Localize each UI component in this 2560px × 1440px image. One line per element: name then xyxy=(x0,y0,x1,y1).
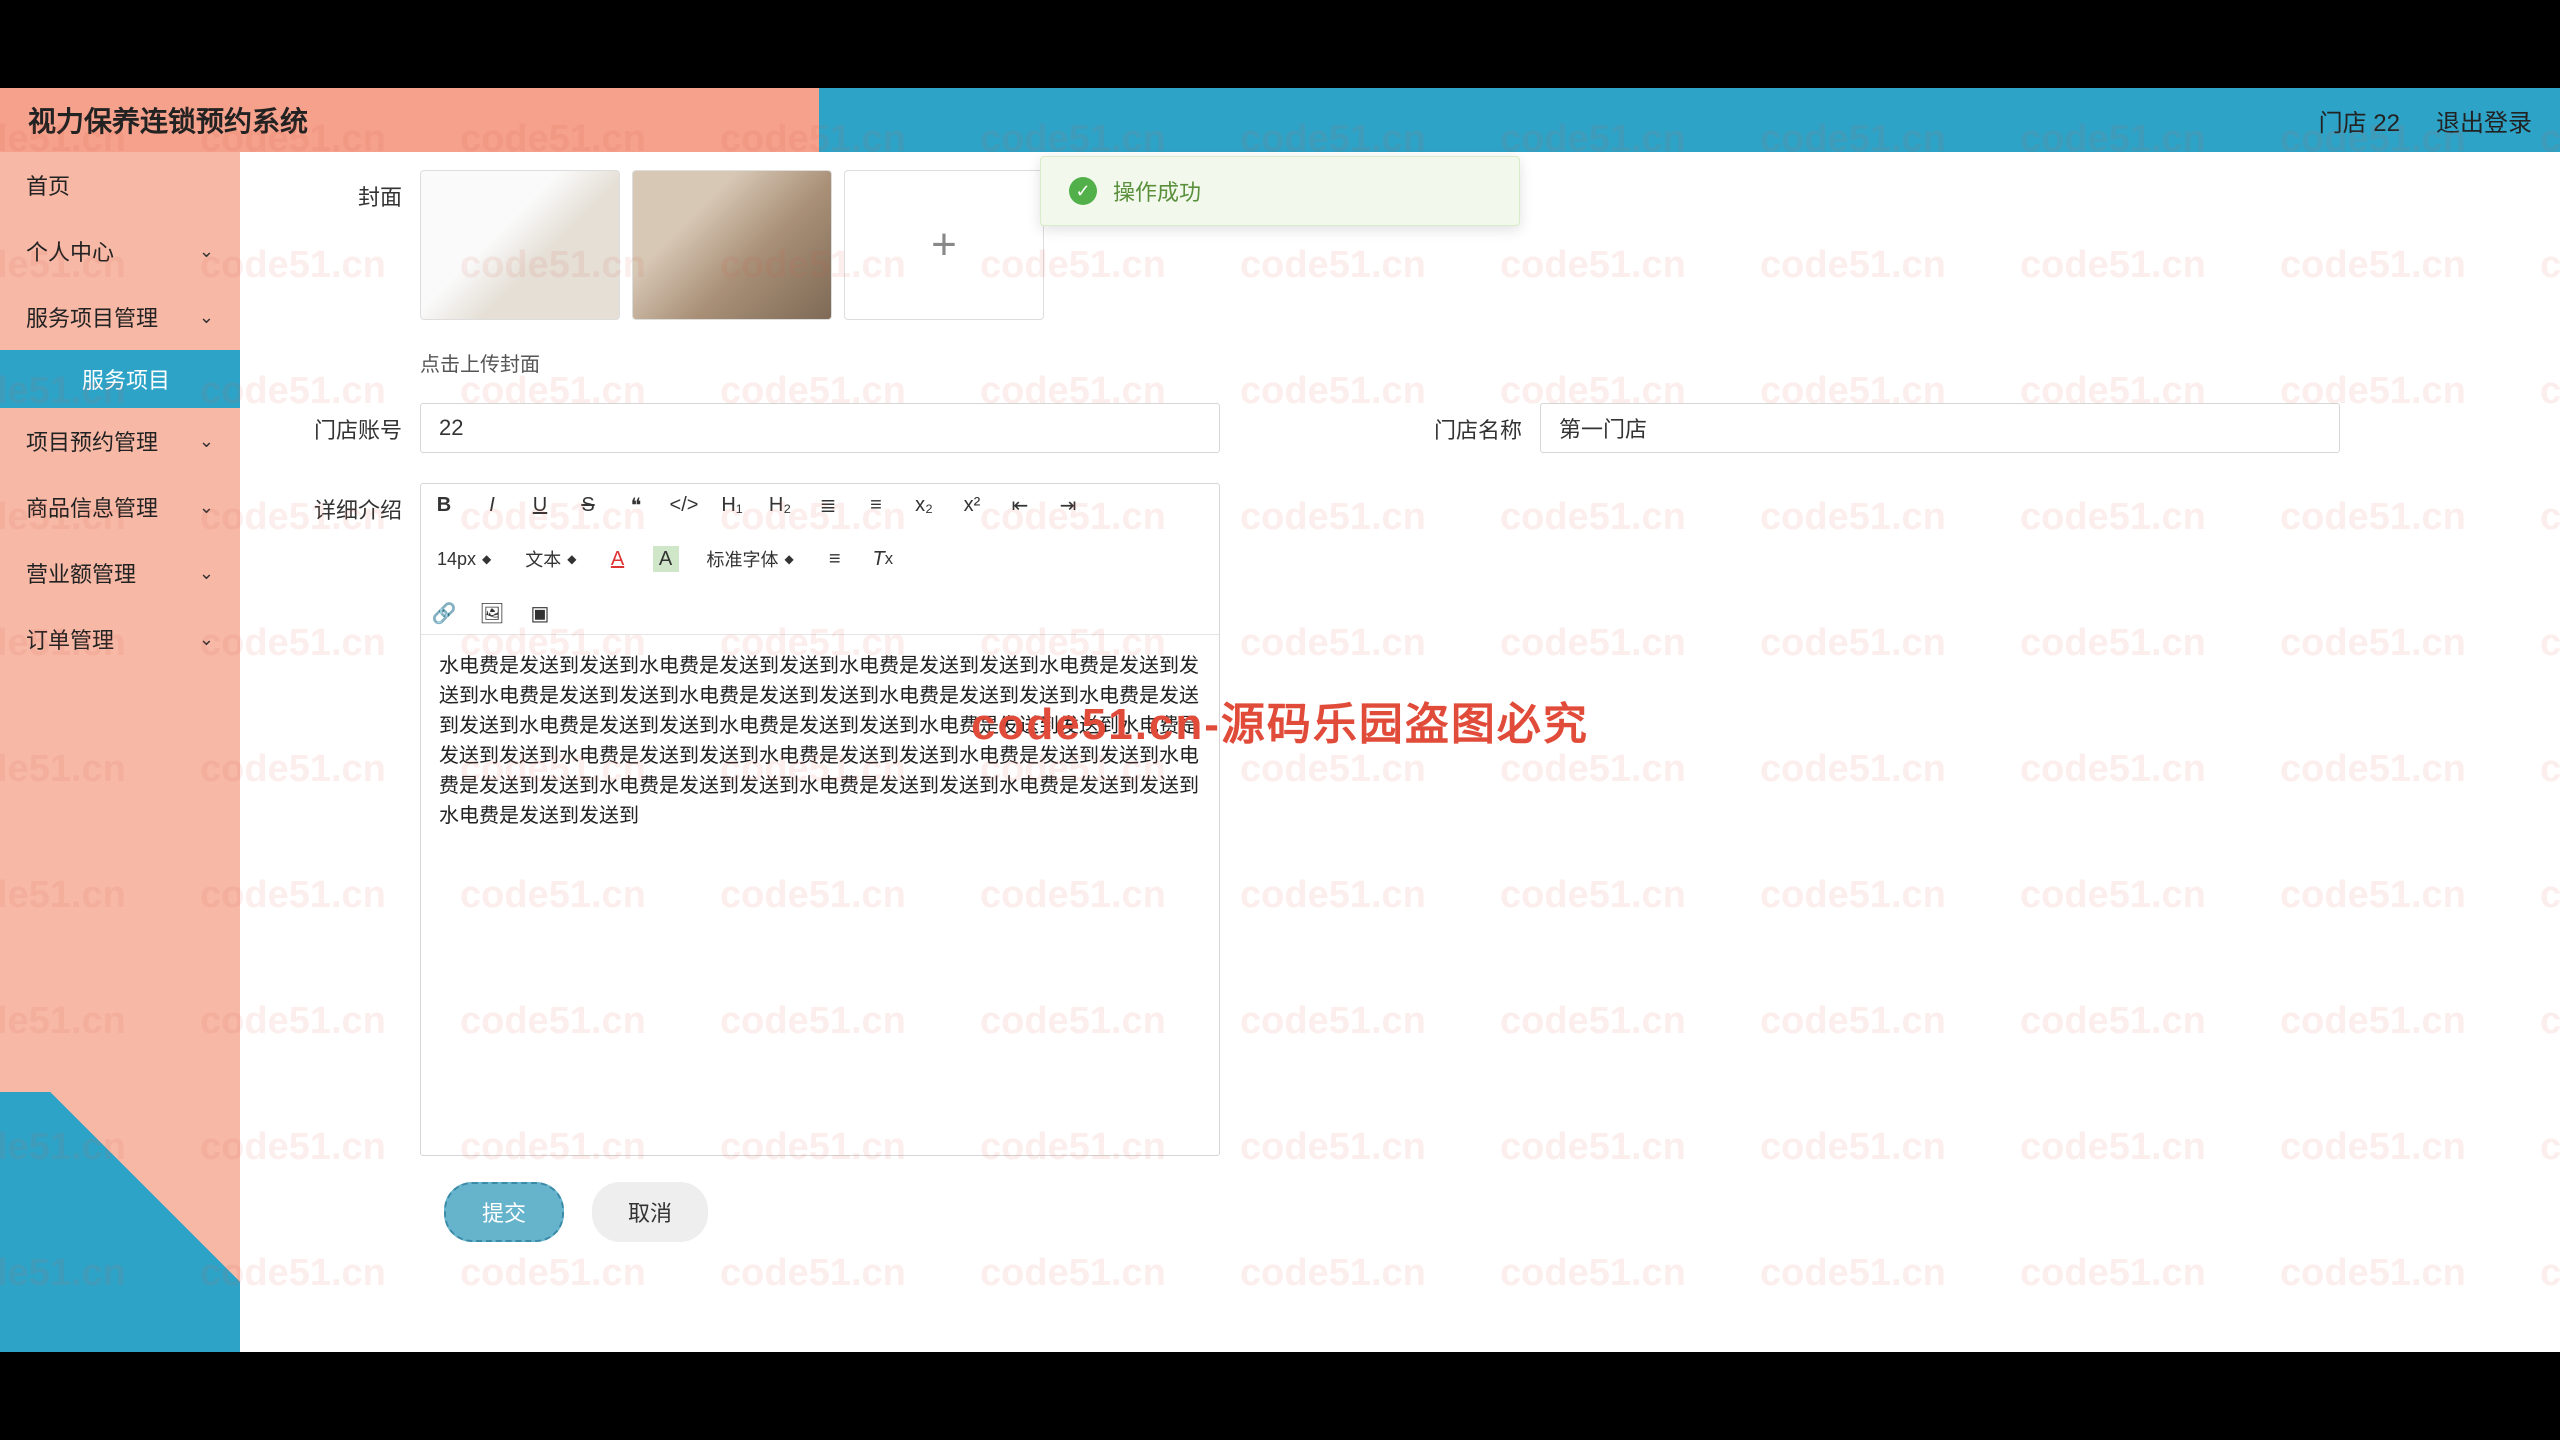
font-size-select[interactable]: 14px◆ xyxy=(431,549,497,570)
ul-icon[interactable]: ≡ xyxy=(863,492,889,518)
cover-add-button[interactable]: + xyxy=(844,170,1044,320)
sidebar-sub-service[interactable]: 服务项目 xyxy=(0,350,240,408)
main-content: 封面 + 点击上传封面 门店账号 门店名称 详细介绍 xyxy=(240,152,2560,1352)
underline-icon[interactable]: U xyxy=(527,492,553,518)
code-icon[interactable]: </> xyxy=(671,492,697,518)
sidebar-item-label: 商品信息管理 xyxy=(26,491,158,523)
header-store[interactable]: 门店 22 xyxy=(2319,103,2400,138)
cover-thumb-2[interactable] xyxy=(632,170,832,320)
sidebar-item-label: 项目预约管理 xyxy=(26,425,158,457)
sidebar-item-home[interactable]: 首页 xyxy=(0,152,240,218)
cancel-button[interactable]: 取消 xyxy=(592,1182,708,1242)
sidebar-item-revenue[interactable]: 营业额管理 ⌄ xyxy=(0,540,240,606)
indent-icon[interactable]: ⇥ xyxy=(1055,492,1081,518)
store-name-input[interactable] xyxy=(1540,403,2340,453)
chevron-down-icon: ⌄ xyxy=(199,497,214,518)
rich-text-editor: B I U S ❝ </> H₁ H₂ ≣ ≡ x₂ x² ⇤ ⇥ 14px◆ xyxy=(420,483,1220,1156)
text-style-select[interactable]: 文本◆ xyxy=(519,546,582,572)
bold-icon[interactable]: B xyxy=(431,492,457,518)
cover-thumb-1[interactable] xyxy=(420,170,620,320)
sidebar-item-service-mgmt[interactable]: 服务项目管理 ⌄ xyxy=(0,284,240,350)
ol-icon[interactable]: ≣ xyxy=(815,492,841,518)
sidebar-item-product[interactable]: 商品信息管理 ⌄ xyxy=(0,474,240,540)
chevron-down-icon: ⌄ xyxy=(199,563,214,584)
check-icon: ✓ xyxy=(1069,177,1097,205)
h1-icon[interactable]: H₁ xyxy=(719,492,745,518)
link-icon[interactable]: 🔗 xyxy=(431,600,457,626)
strike-icon[interactable]: S xyxy=(575,492,601,518)
video-icon[interactable]: ▣ xyxy=(527,600,553,626)
sidebar-item-label: 营业额管理 xyxy=(26,557,136,589)
sidebar-item-profile[interactable]: 个人中心 ⌄ xyxy=(0,218,240,284)
image-icon[interactable]: 🖼 xyxy=(479,600,505,626)
chevron-down-icon: ⌄ xyxy=(199,241,214,262)
app-header: 视力保养连锁预约系统 门店 22 退出登录 xyxy=(0,88,2560,152)
chevron-down-icon: ⌄ xyxy=(199,431,214,452)
desc-label: 详细介绍 xyxy=(300,483,420,525)
store-account-input[interactable] xyxy=(420,403,1220,453)
toast-text: 操作成功 xyxy=(1113,175,1201,207)
subscript-icon[interactable]: x₂ xyxy=(911,492,937,518)
sidebar-item-label: 服务项目管理 xyxy=(26,301,158,333)
success-toast: ✓ 操作成功 xyxy=(1040,156,1520,226)
outdent-icon[interactable]: ⇤ xyxy=(1007,492,1033,518)
font-family-select[interactable]: 标准字体◆ xyxy=(701,546,800,572)
sidebar-item-label: 个人中心 xyxy=(26,235,114,267)
editor-body[interactable]: 水电费是发送到发送到水电费是发送到发送到水电费是发送到发送到水电费是发送到发送到… xyxy=(421,635,1219,1155)
align-icon[interactable]: ≡ xyxy=(822,546,848,572)
chevron-down-icon: ⌄ xyxy=(199,629,214,650)
sidebar-item-reservation[interactable]: 项目预约管理 ⌄ xyxy=(0,408,240,474)
submit-button[interactable]: 提交 xyxy=(444,1182,564,1242)
text-color-icon[interactable]: A xyxy=(605,546,631,572)
bg-color-icon[interactable]: A xyxy=(653,546,679,572)
sidebar: 首页 个人中心 ⌄ 服务项目管理 ⌄ 服务项目 项目预约管理 ⌄ 商品信息管理 ⌄ 营业… xyxy=(0,152,240,1352)
cover-label: 封面 xyxy=(300,170,420,212)
store-name-label: 门店名称 xyxy=(1420,403,1540,445)
sidebar-item-label: 订单管理 xyxy=(26,623,114,655)
logout-link[interactable]: 退出登录 xyxy=(2436,103,2532,138)
italic-icon[interactable]: I xyxy=(479,492,505,518)
app-title: 视力保养连锁预约系统 xyxy=(28,100,308,140)
sidebar-item-label: 服务项目 xyxy=(82,363,170,395)
superscript-icon[interactable]: x² xyxy=(959,492,985,518)
chevron-down-icon: ⌄ xyxy=(199,307,214,328)
quote-icon[interactable]: ❝ xyxy=(623,492,649,518)
sidebar-item-orders[interactable]: 订单管理 ⌄ xyxy=(0,606,240,672)
editor-toolbar: B I U S ❝ </> H₁ H₂ ≣ ≡ x₂ x² ⇤ ⇥ 14px◆ xyxy=(421,484,1219,635)
account-label: 门店账号 xyxy=(300,403,420,445)
clear-format-icon[interactable]: Tx xyxy=(870,546,896,572)
sidebar-item-label: 首页 xyxy=(26,169,70,201)
plus-icon: + xyxy=(931,220,957,270)
upload-tip: 点击上传封面 xyxy=(420,338,540,377)
h2-icon[interactable]: H₂ xyxy=(767,492,793,518)
